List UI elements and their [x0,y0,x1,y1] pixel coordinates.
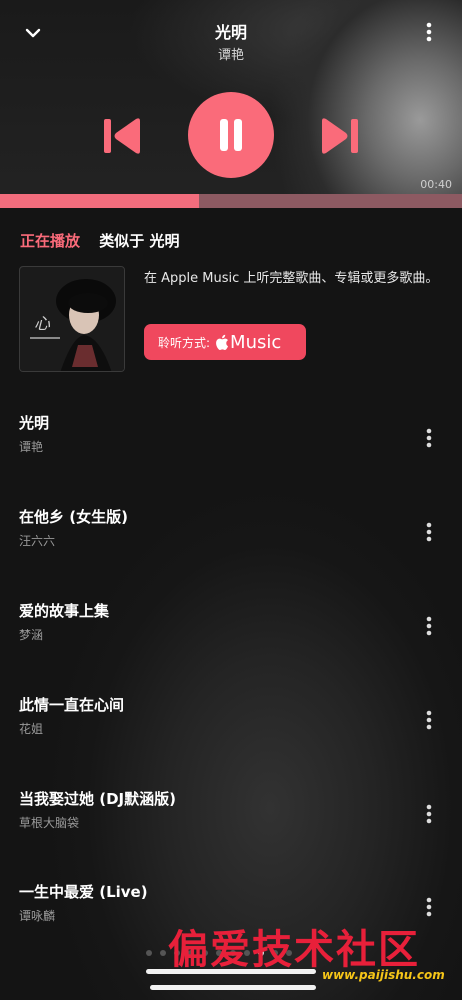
more-options-icon[interactable] [418,520,440,544]
album-cover[interactable]: 心 [19,266,125,372]
tab-similar[interactable]: 类似于 光明 [99,232,179,250]
list-item-title: 光明 [19,414,50,432]
time-remaining: 00:40 [420,178,452,191]
page-dot [160,950,166,956]
watermark-url: www.paijishu.com [322,968,445,982]
list-item-artist: 花姐 [19,722,44,736]
listen-on-apple-music-button[interactable]: 聆听方式: Music [144,324,306,360]
svg-text:心: 心 [34,314,51,333]
list-item[interactable]: 在他乡 (女生版) 汪六六 [0,506,462,566]
home-indicator[interactable] [146,969,316,974]
content-area: 正在播放 类似于 光明 心 在 Apple Music 上听完整歌曲、专辑或更多… [0,208,462,1000]
progress-fill [0,194,199,208]
list-item-title: 一生中最爱 (Live) [19,883,148,901]
apple-logo-icon [216,334,229,350]
list-item-artist: 谭咏麟 [19,909,56,923]
pause-icon [220,119,228,151]
tabs: 正在播放 类似于 光明 [20,230,179,251]
song-artist: 谭艳 [217,48,244,63]
apple-music-promo-text: 在 Apple Music 上听完整歌曲、专辑或更多歌曲。 [144,271,439,286]
pause-icon-bar [234,119,242,151]
list-item[interactable]: 爱的故事上集 梦涵 [0,600,462,660]
player-header: 光明 谭艳 00:40 [0,0,462,208]
list-item-artist: 谭艳 [19,440,44,454]
album-art-image: 心 [20,267,124,371]
progress-bar[interactable] [0,194,462,208]
listen-label: 聆听方式: [158,335,211,350]
list-item[interactable]: 光明 谭艳 [0,412,462,472]
previous-track-icon[interactable] [100,113,146,159]
pause-button[interactable] [188,92,274,178]
list-item-artist: 梦涵 [19,628,44,642]
watermark: 偏爱技术社区 [168,926,420,973]
list-item-title: 爱的故事上集 [19,602,110,620]
more-options-icon[interactable] [418,426,440,450]
list-item[interactable]: 当我娶过她 (DJ默涵版) 草根大脑袋 [0,788,462,848]
more-options-icon[interactable] [418,802,440,826]
home-indicator-secondary [150,985,316,990]
tab-now-playing[interactable]: 正在播放 [20,232,80,250]
page-dot [146,950,152,956]
list-item-title: 此情一直在心间 [19,696,125,714]
list-item-title: 在他乡 (女生版) [19,508,128,526]
next-track-icon[interactable] [316,113,362,159]
song-title: 光明 [214,23,247,42]
more-options-icon[interactable] [418,895,440,919]
more-options-icon[interactable] [418,708,440,732]
list-item-artist: 草根大脑袋 [19,816,80,830]
more-options-icon[interactable] [418,614,440,638]
more-options-icon[interactable] [418,20,440,44]
music-wordmark: Music [230,331,282,353]
list-item-artist: 汪六六 [19,534,56,548]
list-item[interactable]: 此情一直在心间 花姐 [0,694,462,754]
list-item-title: 当我娶过她 (DJ默涵版) [19,790,176,808]
